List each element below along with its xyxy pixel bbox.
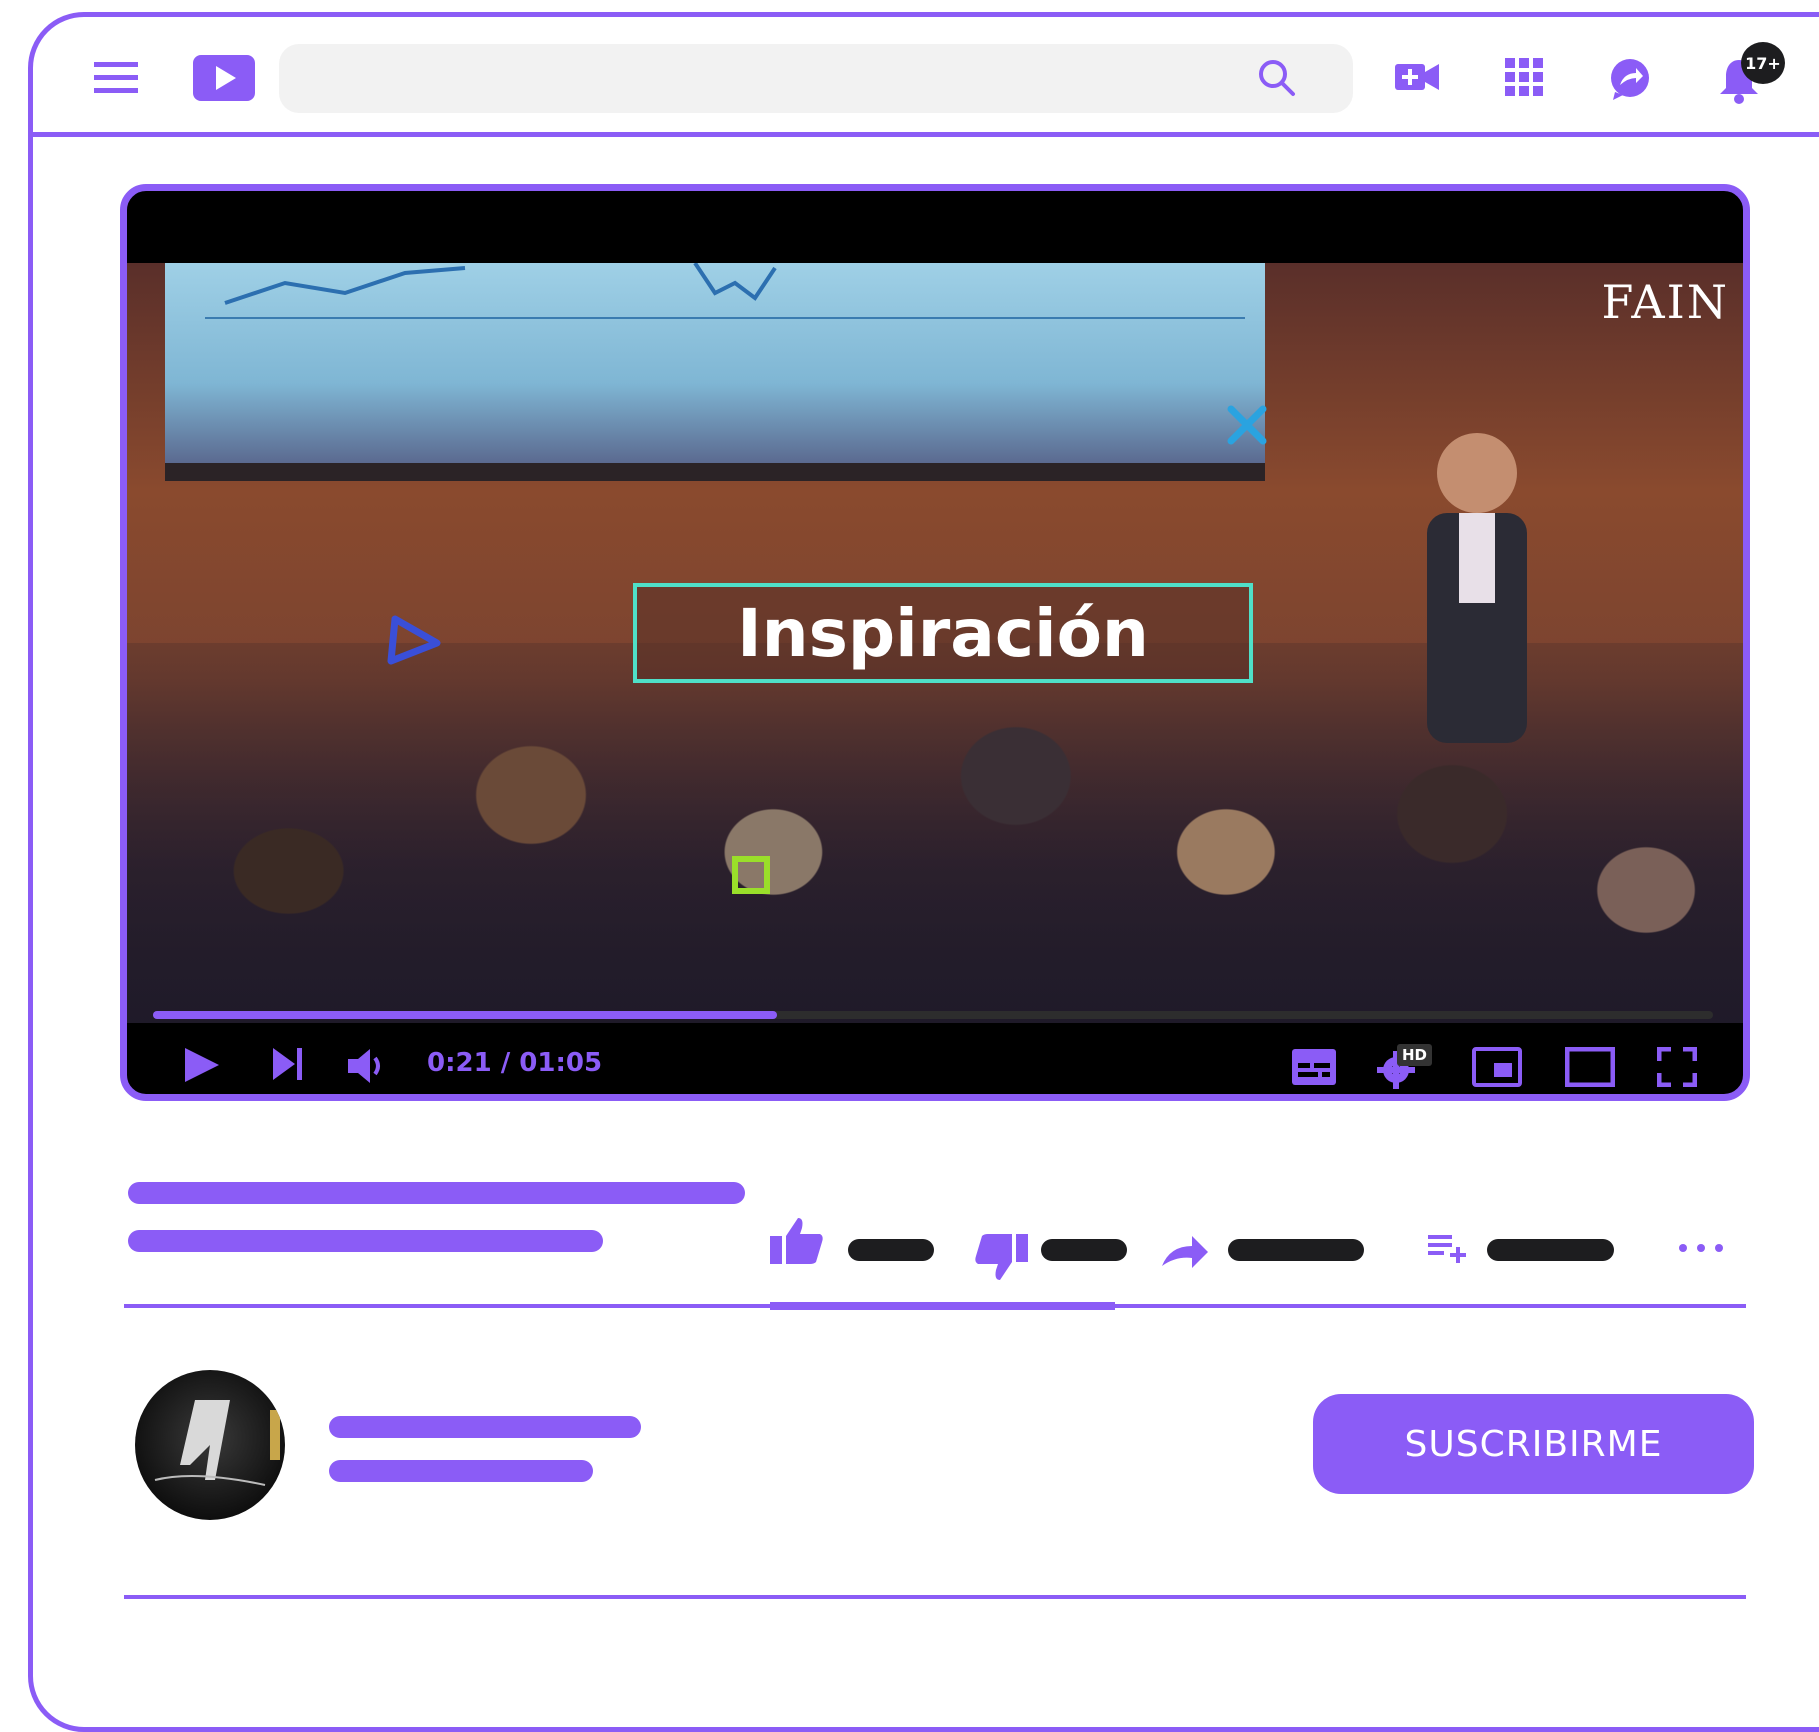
time-display: 0:21 / 01:05 [427,1048,603,1078]
subscriber-count-placeholder [329,1460,593,1482]
video-frame[interactable]: FAIN Inspiración [127,263,1743,1023]
save-playlist-icon[interactable] [1428,1233,1468,1263]
header-divider [32,132,1819,137]
volume-icon[interactable] [348,1048,388,1084]
search-input[interactable] [303,56,1207,102]
messages-icon[interactable] [1609,58,1651,100]
search-icon[interactable] [1257,58,1297,98]
dislike-icon[interactable] [974,1232,1028,1282]
theater-icon[interactable] [1565,1047,1615,1087]
subtitles-icon[interactable] [1292,1049,1336,1085]
channel-avatar[interactable] [135,1370,285,1520]
like-count-placeholder [848,1239,934,1261]
create-video-icon[interactable] [1395,60,1439,94]
like-ratio-bar [770,1302,1115,1310]
video-title-placeholder [128,1182,745,1204]
video-meta-placeholder [128,1230,603,1252]
video-player[interactable]: FAIN Inspiración 0:21 / 01:05 HD [120,184,1750,1101]
more-icon[interactable] [1678,1243,1724,1253]
overlay-caption-box: Inspiración [633,583,1253,683]
quality-badge: HD [1397,1044,1433,1066]
share-icon[interactable] [1160,1232,1210,1272]
subscribe-button[interactable]: SUSCRIBIRME [1313,1394,1754,1494]
decorative-square-icon [731,855,771,895]
progress-fill [153,1011,777,1019]
overlay-caption: Inspiración [737,594,1149,672]
channel-divider [124,1595,1746,1599]
next-icon[interactable] [273,1046,303,1082]
like-icon[interactable] [770,1216,824,1266]
notifications-badge: 17+ [1741,42,1785,84]
play-icon[interactable] [183,1046,221,1084]
fullscreen-icon[interactable] [1657,1047,1697,1087]
channel-watermark: FAIN [1601,275,1729,329]
apps-grid-icon[interactable] [1505,58,1543,96]
decorative-triangle-icon [385,613,445,667]
logo-play-icon[interactable] [193,55,255,101]
search-bar[interactable] [279,44,1353,113]
speaker-figure [1397,423,1557,843]
share-label-placeholder [1228,1239,1364,1261]
decorative-cross-icon [1225,403,1269,447]
menu-icon[interactable] [94,60,138,96]
dislike-count-placeholder [1041,1239,1127,1261]
channel-name-placeholder [329,1416,641,1438]
presentation-screen [165,263,1265,481]
progress-bar[interactable] [153,1011,1713,1019]
miniplayer-icon[interactable] [1472,1047,1522,1087]
save-label-placeholder [1487,1239,1614,1261]
